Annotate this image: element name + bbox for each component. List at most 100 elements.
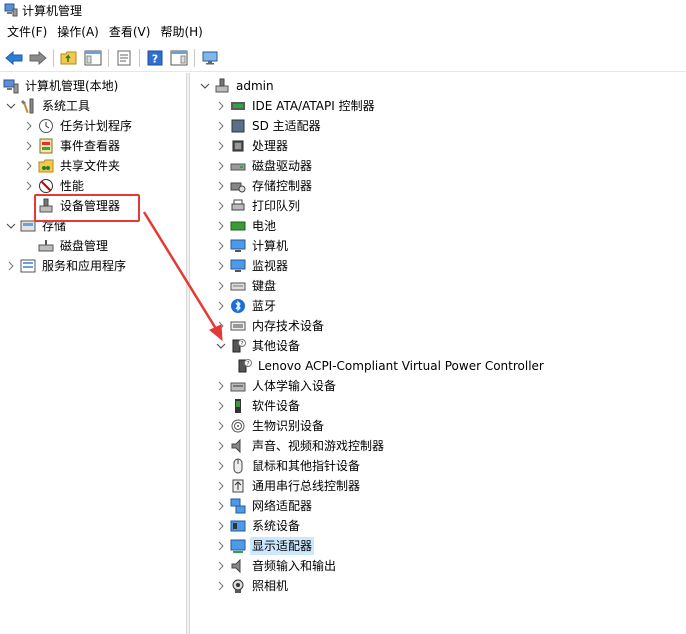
device-category-row[interactable]: 鼠标和其他指针设备 bbox=[215, 456, 362, 476]
tree-label: 服务和应用程序 bbox=[42, 259, 127, 273]
device-category-label: 监视器 bbox=[252, 259, 289, 273]
device-category-row[interactable]: 监视器 bbox=[215, 256, 290, 276]
monitor-icon bbox=[202, 51, 218, 64]
device-category-label: 键盘 bbox=[252, 279, 277, 293]
chevron-right-icon[interactable] bbox=[215, 120, 227, 132]
tree-label: 系统工具 bbox=[42, 99, 91, 113]
chevron-right-icon[interactable] bbox=[215, 200, 227, 212]
device-category-row[interactable]: 计算机 bbox=[215, 236, 290, 256]
chevron-right-icon[interactable] bbox=[215, 520, 227, 532]
scan-hardware-button[interactable] bbox=[200, 48, 220, 68]
tree-item-task-scheduler[interactable]: 任务计划程序 bbox=[23, 116, 134, 136]
chevron-right-icon[interactable] bbox=[23, 180, 35, 192]
device-category-row[interactable]: 声音、视频和游戏控制器 bbox=[215, 436, 386, 456]
storage-controller-icon bbox=[230, 178, 246, 194]
back-button[interactable] bbox=[4, 48, 24, 68]
chevron-right-icon[interactable] bbox=[215, 540, 227, 552]
show-hide-tree-icon bbox=[84, 50, 102, 65]
chevron-right-icon[interactable] bbox=[215, 300, 227, 312]
chevron-right-icon[interactable] bbox=[215, 400, 227, 412]
chevron-right-icon[interactable] bbox=[215, 100, 227, 112]
chevron-right-icon[interactable] bbox=[215, 580, 227, 592]
chevron-right-icon[interactable] bbox=[215, 480, 227, 492]
up-button[interactable] bbox=[59, 48, 79, 68]
chevron-right-icon[interactable] bbox=[215, 500, 227, 512]
forward-button[interactable] bbox=[28, 48, 48, 68]
device-category-row[interactable]: 处理器 bbox=[215, 136, 290, 156]
properties-icon bbox=[117, 50, 131, 65]
device-category-row[interactable]: ? Lenovo ACPI-Compliant Virtual Power Con… bbox=[236, 356, 546, 376]
device-category-label: 其他设备 bbox=[252, 339, 301, 353]
device-category-row[interactable]: ? 其他设备 bbox=[215, 336, 302, 356]
device-category-row[interactable]: 打印队列 bbox=[215, 196, 302, 216]
device-category-label: 存储控制器 bbox=[252, 179, 313, 193]
network-icon bbox=[230, 498, 246, 514]
chevron-right-icon[interactable] bbox=[215, 160, 227, 172]
properties-button[interactable] bbox=[114, 48, 134, 68]
chevron-down-icon[interactable] bbox=[5, 220, 17, 232]
tree-item-computer-management[interactable]: 计算机管理(本地) bbox=[3, 76, 120, 96]
chevron-right-icon[interactable] bbox=[215, 440, 227, 452]
chevron-right-icon[interactable] bbox=[23, 120, 35, 132]
action-pane-button[interactable] bbox=[169, 48, 189, 68]
tree-item-event-viewer[interactable]: 事件查看器 bbox=[23, 136, 122, 156]
chevron-down-icon[interactable] bbox=[215, 340, 227, 352]
ide-controller-icon bbox=[230, 98, 246, 114]
device-category-row[interactable]: SD 主适配器 bbox=[215, 116, 323, 136]
device-category-row[interactable]: 磁盘驱动器 bbox=[215, 156, 314, 176]
toolbar-separator bbox=[108, 48, 109, 67]
chevron-right-icon[interactable] bbox=[215, 460, 227, 472]
chevron-right-icon[interactable] bbox=[215, 260, 227, 272]
device-category-row[interactable]: 电池 bbox=[215, 216, 278, 236]
device-category-row[interactable]: 照相机 bbox=[215, 576, 290, 596]
device-category-row[interactable]: 显示适配器 bbox=[215, 536, 315, 556]
device-category-row[interactable]: 人体学输入设备 bbox=[215, 376, 338, 396]
tree-item-shared-folders[interactable]: 共享文件夹 bbox=[23, 156, 122, 176]
tree-label: 事件查看器 bbox=[60, 139, 121, 153]
menu-view[interactable]: 查看(V) bbox=[106, 22, 158, 42]
device-category-row[interactable]: 蓝牙 bbox=[215, 296, 278, 316]
device-category-row[interactable]: 内存技术设备 bbox=[215, 316, 326, 336]
chevron-right-icon[interactable] bbox=[215, 140, 227, 152]
chevron-right-icon[interactable] bbox=[215, 320, 227, 332]
device-category-row[interactable]: 存储控制器 bbox=[215, 176, 314, 196]
tree-item-system-tools[interactable]: 系统工具 bbox=[5, 96, 92, 116]
chevron-right-icon[interactable] bbox=[5, 260, 17, 272]
device-category-row[interactable]: 音频输入和输出 bbox=[215, 556, 338, 576]
chevron-right-icon[interactable] bbox=[215, 380, 227, 392]
help-button[interactable]: ? bbox=[145, 48, 165, 68]
chevron-right-icon[interactable] bbox=[215, 280, 227, 292]
tree-item-performance[interactable]: 性能 bbox=[23, 176, 86, 196]
device-tree-root[interactable]: admin bbox=[199, 76, 276, 96]
device-category-row[interactable]: 系统设备 bbox=[215, 516, 302, 536]
computer-root-icon bbox=[214, 78, 230, 94]
chevron-right-icon[interactable] bbox=[215, 220, 227, 232]
menu-help[interactable]: 帮助(H) bbox=[157, 22, 209, 42]
tree-item-disk-management[interactable]: 磁盘管理 bbox=[38, 236, 110, 256]
sd-host-icon bbox=[230, 118, 246, 134]
chevron-right-icon[interactable] bbox=[215, 420, 227, 432]
menu-file[interactable]: 文件(F) bbox=[4, 22, 54, 42]
unknown-device-icon: ? bbox=[236, 358, 252, 374]
device-category-row[interactable]: 网络适配器 bbox=[215, 496, 314, 516]
chevron-right-icon[interactable] bbox=[215, 180, 227, 192]
tree-item-services-apps[interactable]: 服务和应用程序 bbox=[5, 256, 128, 276]
computer-management-icon bbox=[4, 3, 18, 17]
chevron-right-icon[interactable] bbox=[215, 560, 227, 572]
device-category-row[interactable]: 键盘 bbox=[215, 276, 278, 296]
chevron-down-icon[interactable] bbox=[199, 80, 211, 92]
device-category-label: 照相机 bbox=[252, 579, 289, 593]
chevron-right-icon[interactable] bbox=[23, 160, 35, 172]
help-icon: ? bbox=[147, 50, 163, 65]
toolbar: ? bbox=[0, 44, 686, 72]
menu-action[interactable]: 操作(A) bbox=[54, 22, 106, 42]
device-category-row[interactable]: 生物识别设备 bbox=[215, 416, 326, 436]
device-category-row[interactable]: IDE ATA/ATAPI 控制器 bbox=[215, 96, 377, 116]
chevron-right-icon[interactable] bbox=[23, 140, 35, 152]
chevron-down-icon[interactable] bbox=[5, 100, 17, 112]
show-hide-tree-button[interactable] bbox=[83, 48, 103, 68]
device-category-row[interactable]: 通用串行总线控制器 bbox=[215, 476, 362, 496]
device-category-label: Lenovo ACPI-Compliant Virtual Power Cont… bbox=[258, 359, 544, 373]
device-category-row[interactable]: 软件设备 bbox=[215, 396, 302, 416]
chevron-right-icon[interactable] bbox=[215, 240, 227, 252]
